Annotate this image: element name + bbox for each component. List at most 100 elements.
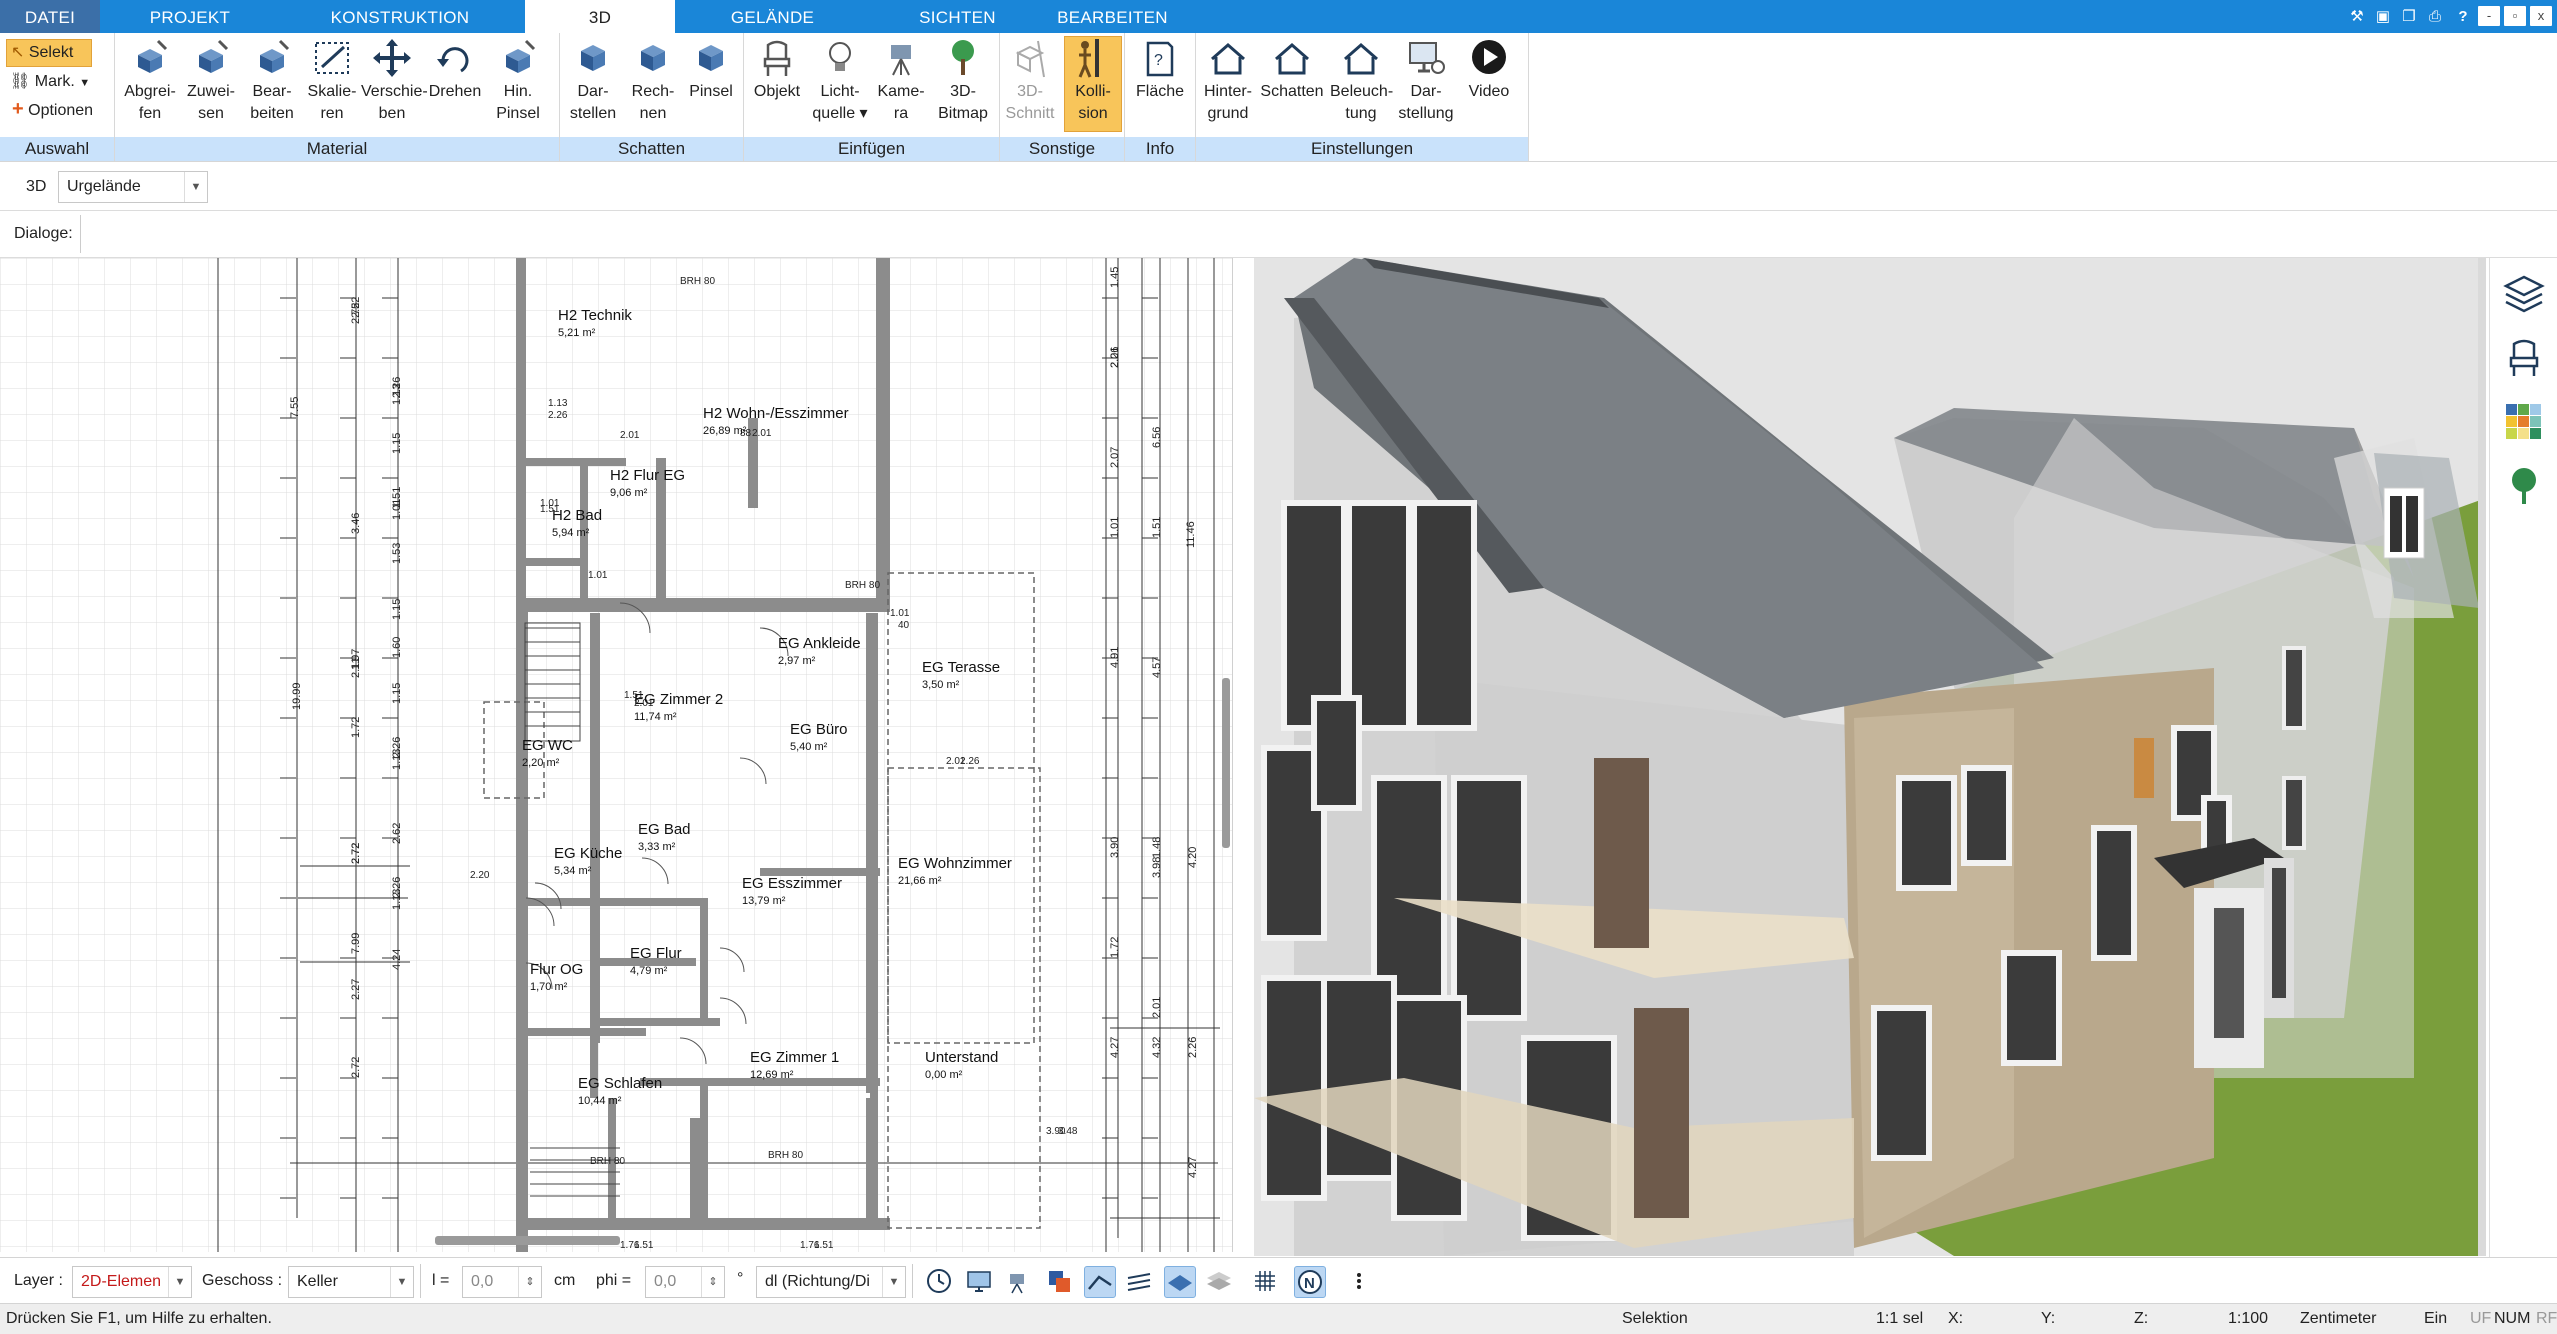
print-icon[interactable]: ⎙: [2424, 6, 2446, 28]
plane-icon[interactable]: [1164, 1266, 1196, 1298]
chevron-down-icon[interactable]: ▼: [882, 1267, 905, 1297]
tab-sichten[interactable]: SICHTEN: [880, 0, 1035, 33]
bearbeiten-button[interactable]: Bear-beiten: [243, 37, 301, 125]
tab-3d[interactable]: 3D: [525, 0, 675, 34]
hatch-icon[interactable]: [1124, 1266, 1154, 1296]
zuweisen-button[interactable]: Zuwei-sen: [182, 37, 240, 125]
kollision-button[interactable]: Kolli-sion: [1064, 36, 1122, 132]
room-name[interactable]: EG Schlafen: [578, 1075, 662, 1092]
wall[interactable]: [700, 1078, 708, 1218]
room-name[interactable]: EG Terasse: [922, 659, 1000, 676]
wall[interactable]: [876, 258, 890, 598]
cube-color-icon[interactable]: [1044, 1266, 1074, 1296]
schatten-button[interactable]: Schatten: [1260, 37, 1324, 103]
layers-icon[interactable]: [2502, 272, 2546, 316]
darstellen-button[interactable]: Dar-stellen: [564, 37, 622, 125]
tree-icon[interactable]: [2502, 464, 2546, 508]
wall[interactable]: [516, 1028, 646, 1036]
mark-button[interactable]: ⛓ Mark. ▼: [10, 69, 90, 95]
fläche-button[interactable]: ? Fläche: [1129, 37, 1191, 103]
room-name[interactable]: EG Ankleide: [778, 635, 861, 652]
skalieren-button[interactable]: Skalie-ren: [305, 37, 359, 125]
layers-stack-icon[interactable]: [1204, 1266, 1234, 1296]
wall[interactable]: [520, 1128, 528, 1228]
palette-icon[interactable]: [2502, 400, 2546, 444]
plan-vertical-scrollbar[interactable]: [1222, 678, 1230, 848]
3dbitmap-button[interactable]: 3D- Bitmap: [934, 37, 992, 125]
room-name[interactable]: Unterstand: [925, 1049, 998, 1066]
room-name[interactable]: EG Wohnzimmer: [898, 855, 1012, 872]
abgreifen-button[interactable]: Abgrei-fen: [121, 37, 179, 125]
room-name[interactable]: EG WC: [522, 737, 573, 754]
darstellung-button[interactable]: Dar-stellung: [1396, 37, 1456, 125]
tab-datei[interactable]: DATEI: [0, 0, 100, 33]
room-name[interactable]: EG Zimmer 1: [750, 1049, 839, 1066]
room-name[interactable]: EG Flur: [630, 945, 682, 962]
room-name[interactable]: EG Bad: [638, 821, 691, 838]
room-name[interactable]: H2 Wohn-/Esszimmer: [703, 405, 849, 422]
room-name[interactable]: H2 Bad: [552, 507, 602, 524]
room-name[interactable]: EG Küche: [554, 845, 622, 862]
more-options-icon[interactable]: [1344, 1266, 1374, 1296]
3dschnitt-button[interactable]: 3D- Schnitt: [1002, 37, 1058, 125]
spinner-icon[interactable]: ⇕: [518, 1267, 541, 1297]
wall[interactable]: [600, 1018, 720, 1026]
video-button[interactable]: Video: [1460, 37, 1518, 103]
length-input[interactable]: 0,0 ⇕: [462, 1266, 542, 1298]
pinsel-button[interactable]: Pinsel: [682, 37, 740, 103]
tab-konstruktion[interactable]: KONSTRUKTION: [300, 0, 500, 33]
tab-bearbeiten[interactable]: BEARBEITEN: [1040, 0, 1185, 33]
maximize-button[interactable]: ▫: [2504, 6, 2526, 26]
wall[interactable]: [516, 598, 890, 612]
hinpinsel-button[interactable]: Hin. Pinsel: [489, 37, 547, 125]
verschieben-button[interactable]: Verschie-ben: [361, 37, 428, 125]
room-name[interactable]: EG Zimmer 2: [634, 691, 723, 708]
spinner-icon[interactable]: ⇕: [701, 1267, 724, 1297]
beleuchtung-button[interactable]: Beleuch-tung: [1330, 37, 1393, 125]
wall[interactable]: [870, 868, 878, 1228]
wall[interactable]: [516, 458, 626, 466]
phi-input[interactable]: 0,0 ⇕: [645, 1266, 725, 1298]
drehen-button[interactable]: Drehen: [425, 37, 485, 103]
selekt-button[interactable]: ↖ Selekt: [6, 39, 92, 67]
clock-icon[interactable]: [924, 1266, 954, 1296]
north-icon[interactable]: N: [1294, 1266, 1326, 1298]
input-mode-select[interactable]: dl (Richtung/Di ▼: [756, 1266, 906, 1298]
tab-gelaende[interactable]: GELÄNDE: [690, 0, 855, 33]
layer-select[interactable]: 2D-Elemen ▼: [72, 1266, 192, 1298]
room-name[interactable]: H2 Flur EG: [610, 467, 685, 484]
optionen-button[interactable]: + Optionen: [12, 96, 93, 122]
camera-icon[interactable]: [1004, 1266, 1034, 1296]
chevron-down-icon[interactable]: ▼: [390, 1267, 413, 1297]
objekt-button[interactable]: Objekt: [748, 37, 806, 103]
chevron-down-icon[interactable]: ▼: [168, 1267, 191, 1297]
save-icon[interactable]: ▣: [2372, 6, 2394, 28]
floor-plan-canvas[interactable]: 2.522.721.132.261.151.011.511.531.151.60…: [0, 258, 1232, 1252]
wall[interactable]: [516, 558, 586, 566]
3d-render-canvas[interactable]: [1254, 258, 2486, 1256]
wall[interactable]: [700, 898, 708, 1018]
lichtquelle-button[interactable]: Licht-quelle ▾: [810, 37, 870, 125]
chair-icon[interactable]: [2502, 336, 2546, 380]
room-name[interactable]: EG Esszimmer: [742, 875, 842, 892]
3d-view[interactable]: [1254, 258, 2486, 1256]
tools-icon[interactable]: ⚒: [2346, 6, 2368, 28]
help-icon[interactable]: ?: [2452, 6, 2474, 28]
wall[interactable]: [516, 258, 526, 598]
room-name[interactable]: Flur OG: [530, 961, 583, 978]
room-name[interactable]: H2 Technik: [558, 307, 632, 324]
wall[interactable]: [590, 613, 600, 1043]
plan-horizontal-scrollbar[interactable]: [435, 1236, 620, 1245]
wall[interactable]: [516, 1218, 890, 1230]
terrain-select[interactable]: Urgelände ▼: [58, 171, 208, 203]
grid-icon[interactable]: [1250, 1266, 1280, 1296]
kamera-button[interactable]: Kame-ra: [872, 37, 930, 125]
wall[interactable]: [690, 1118, 700, 1218]
monitor-icon[interactable]: [964, 1266, 994, 1296]
floor-plan-view[interactable]: 2.52 2.72 1.13 2.26 1.15 1.01 1.51 1.53 1.15 1.60…: [0, 258, 1233, 1252]
wall[interactable]: [520, 898, 700, 906]
window-icon[interactable]: ❐: [2398, 6, 2420, 28]
wall-tool-icon[interactable]: [1084, 1266, 1116, 1298]
chevron-down-icon[interactable]: ▼: [184, 172, 207, 202]
minimize-button[interactable]: -: [2478, 6, 2500, 26]
